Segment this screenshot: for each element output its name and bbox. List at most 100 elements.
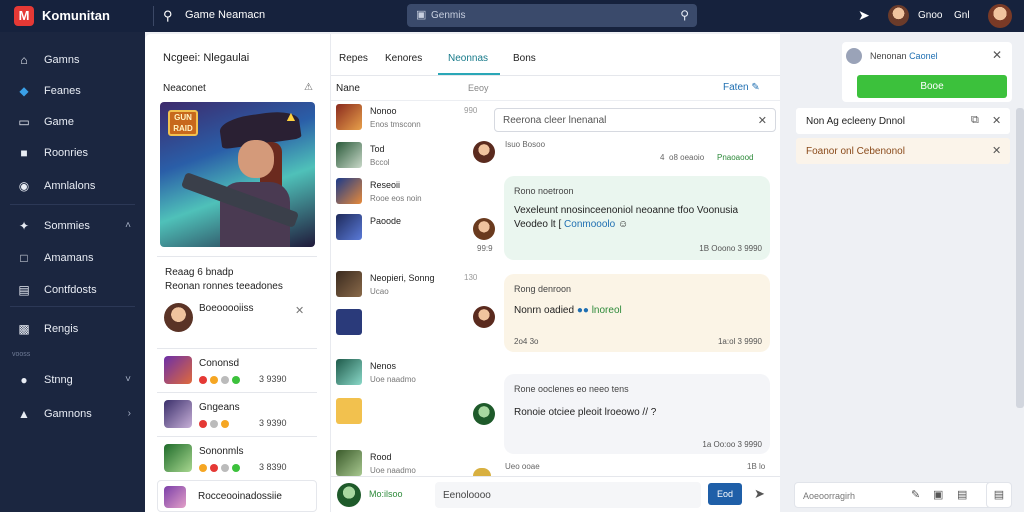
sidebar-item-stnng[interactable]: ● Stnng ˅ [0,366,145,394]
attach-icon[interactable]: ▤ [957,488,967,501]
comment-input[interactable]: Aoeoorragirh ✎ ▣ ▤ [794,482,1010,508]
global-search-input[interactable]: ▣ Genmis ⚲ [407,4,697,27]
scrollbar[interactable] [1016,108,1024,408]
sidebar-item-label: Contfdosts [44,284,97,296]
column-header-name[interactable]: Nane [336,83,360,94]
player-status: Bccol [370,158,390,167]
comment-placeholder: Aoeoorragirh [803,491,856,501]
player-thumbnail [336,398,362,424]
chevron-right-icon[interactable]: › [128,408,131,419]
sidebar-item-label: Gamnons [44,408,92,420]
message-footer-left: 2o4 3o [514,337,539,346]
image-icon[interactable]: ▣ [933,488,943,501]
column-header-time[interactable]: Eeoy [468,83,489,93]
chevron-up-icon[interactable]: ˄ [125,220,131,231]
message-link[interactable]: Conmooolo [564,219,615,230]
filter-label: Faten [723,82,749,93]
list-item[interactable]: Rocceooinadossiie [157,480,317,512]
player-row[interactable]: Nonoo Enos tmsconn 990 [334,104,494,136]
sidebar-item-contfdosts[interactable]: ▤ Contfdosts [0,276,145,304]
avatar[interactable] [164,303,193,332]
game-thumbnail [164,356,192,384]
message-tag[interactable]: Pnaoaood [717,153,753,162]
list-item[interactable]: Sononmls 3 8390 [157,436,317,480]
close-icon[interactable]: ✕ [992,114,1001,127]
tab-kenores[interactable]: Kenores [385,53,422,64]
notification-item[interactable]: Foanor onl Cebenonol ✕ [796,138,1010,164]
player-name: Tod [370,144,385,154]
user-menu[interactable]: Gnl [954,10,970,21]
chart-icon: ▩ [18,322,30,336]
avatar[interactable] [473,403,495,425]
game-name: Gngeans [199,402,240,413]
game-logo-badge: GUN RAID [168,110,198,136]
player-thumbnail [336,214,362,240]
sidebar-item-gamns[interactable]: ⌂ Gamns [0,46,145,74]
player-row[interactable]: Paoode [334,214,494,246]
close-icon[interactable]: ✕ [992,48,1002,62]
sidebar-item-amamans[interactable]: □ Amamans [0,244,145,272]
player-row[interactable] [334,309,494,341]
close-icon[interactable]: ✕ [758,114,767,127]
accept-button[interactable]: Booe [857,75,1007,98]
edit-icon[interactable]: ✎ [911,488,920,501]
sidebar-item-gamnons[interactable]: ▲ Gamnons › [0,400,145,428]
player-row[interactable]: Reseoii Rooe eos noin [334,178,494,210]
search-icon[interactable]: ⚲ [680,8,689,22]
game-thumbnail [164,486,186,508]
warning-icon[interactable]: ⚠ [304,82,313,93]
close-icon[interactable]: ✕ [295,304,304,317]
notification-item[interactable]: Non Ag ecleeny Dnnol ⧉ ✕ [796,108,1010,134]
game-cover-image[interactable]: GUN RAID ▲ [160,102,315,247]
list-item[interactable]: Gngeans 3 9390 [157,392,317,436]
chat-search-input[interactable]: Reerona cleer lnenanal ✕ [494,108,776,132]
tab-neonnas[interactable]: Neonnas [448,53,488,64]
player-row[interactable]: Tod Bccol [334,142,494,174]
emoji-icon: ☺ [617,219,629,230]
app-brand[interactable]: Komunitan [42,8,110,23]
avatar[interactable] [473,218,495,240]
send-button[interactable]: Eod [708,483,742,505]
user-name[interactable]: Gnoo [918,10,942,21]
message-link[interactable]: lnoreol [592,305,622,316]
send-icon[interactable]: ▤ [986,482,1012,508]
search-icon[interactable]: ⚲ [163,8,173,24]
message-meta: Isuo Bosoo [505,140,546,149]
composer-user: Mo:ilsoo [369,489,403,499]
grid-icon: ▣ [416,9,427,21]
tab-repes[interactable]: Repes [339,53,368,64]
chevron-down-icon[interactable]: ˅ [125,374,131,385]
player-row[interactable] [334,398,494,430]
pin-icon[interactable]: ➤ [858,7,870,24]
message-text: Veodeo lt [ [514,219,562,230]
info-user[interactable]: Boeooooiiss [199,303,253,314]
avatar[interactable] [473,141,495,163]
notification-card: Nenonan Caonel ✕ Booe [842,42,1012,102]
list-item[interactable]: Cononsd 3 9390 [157,348,317,392]
tab-bons[interactable]: Bons [513,53,536,64]
close-icon[interactable]: ✕ [992,144,1001,157]
sidebar-item-sommies[interactable]: ✦ Sommies ˄ [0,212,145,240]
sidebar-item-amnlalons[interactable]: ◉ Amnlalons [0,172,145,200]
avatar[interactable] [888,5,909,26]
app-logo-icon[interactable]: M [14,6,34,26]
game-name: Sononmls [199,446,244,457]
profile-avatar[interactable] [988,4,1012,28]
avatar[interactable] [473,306,495,328]
sidebar-item-roonries[interactable]: ■ Roonries [0,139,145,167]
sidebar-item-game[interactable]: ▭ Game [0,108,145,136]
sidebar-item-feanes[interactable]: ◆ Feanes [0,77,145,105]
game-name: Cononsd [199,358,240,369]
message-meta: Ueo ooae [505,462,540,471]
game-thumbnail [164,400,192,428]
filter-link[interactable]: Faten ✎ [723,82,760,93]
player-row[interactable]: Nenos Uoe naadmo [334,359,494,391]
message-input[interactable]: Eenoloooo [435,482,701,508]
avatar[interactable] [473,468,491,476]
player-status: Enos tmsconn [370,120,421,129]
copy-icon[interactable]: ⧉ [971,114,979,127]
player-row[interactable]: Neopieri, Sonng Ucao 130 [334,271,494,303]
sidebar-item-rengis[interactable]: ▩ Rengis [0,315,145,343]
notification-link[interactable]: Caonel [909,51,938,61]
send-icon[interactable]: ➤ [754,486,765,502]
